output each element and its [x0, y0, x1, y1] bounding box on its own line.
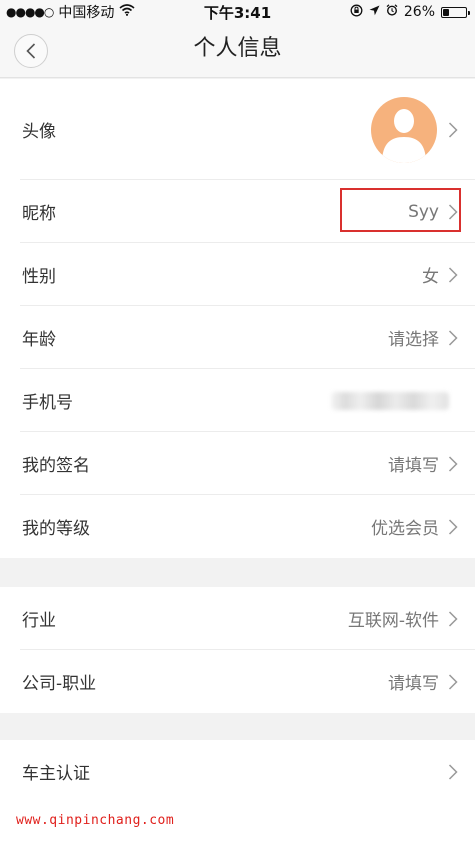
row-industry[interactable]: 行业 互联网-软件	[0, 587, 475, 650]
row-avatar[interactable]: 头像	[0, 79, 475, 180]
row-car-owner[interactable]: 车主认证	[0, 740, 475, 803]
nav-bar: 个人信息	[0, 24, 475, 78]
level-label: 我的等级	[22, 519, 90, 539]
avatar[interactable]	[371, 96, 437, 163]
location-arrow-icon	[369, 4, 380, 20]
level-value: 优选会员	[371, 519, 439, 539]
nickname-label: 昵称	[22, 204, 56, 224]
status-bar: ●●●●○ 中国移动 下午3:41 26%	[0, 0, 475, 24]
company-value: 请填写	[388, 674, 439, 694]
car-owner-label: 车主认证	[22, 764, 90, 784]
watermark: www.qinpinchang.com	[16, 813, 175, 828]
chevron-right-icon	[448, 455, 458, 472]
row-phone: 手机号	[0, 369, 475, 432]
industry-label: 行业	[22, 611, 56, 631]
battery-icon	[441, 6, 470, 18]
status-right: 26%	[350, 4, 470, 21]
page-title: 个人信息	[193, 36, 282, 61]
signature-value: 请填写	[388, 456, 439, 476]
age-label: 年龄	[22, 330, 56, 350]
row-age[interactable]: 年龄 请选择	[0, 306, 475, 369]
row-company[interactable]: 公司-职业 请填写	[0, 650, 475, 713]
battery-percent: 26%	[403, 4, 435, 20]
profile-group: 头像 昵称 Syy 性别 女 年龄 请选择 手机号 我的签名 请填写 我的等级 …	[0, 79, 475, 558]
chevron-right-icon	[448, 329, 458, 346]
signature-label: 我的签名	[22, 456, 90, 476]
chevron-right-icon	[448, 673, 458, 690]
chevron-right-icon	[448, 121, 458, 138]
alarm-icon	[386, 4, 398, 20]
chevron-right-icon	[448, 266, 458, 283]
row-level[interactable]: 我的等级 优选会员	[0, 495, 475, 558]
industry-value: 互联网-软件	[347, 611, 439, 631]
row-signature[interactable]: 我的签名 请填写	[0, 432, 475, 495]
rotation-lock-icon	[350, 4, 363, 21]
row-gender[interactable]: 性别 女	[0, 243, 475, 306]
chevron-right-icon	[448, 610, 458, 627]
work-group: 行业 互联网-软件 公司-职业 请填写	[0, 587, 475, 713]
chevron-right-icon	[448, 518, 458, 535]
nickname-highlight-box	[340, 188, 461, 232]
chevron-right-icon	[448, 763, 458, 780]
default-user-icon	[382, 108, 426, 163]
gender-label: 性别	[22, 267, 56, 287]
battery-fill	[443, 8, 449, 16]
avatar-label: 头像	[22, 122, 56, 142]
phone-value-redacted	[331, 391, 449, 410]
phone-label: 手机号	[22, 393, 73, 413]
company-label: 公司-职业	[22, 674, 97, 694]
gender-value: 女	[422, 267, 439, 287]
age-value: 请选择	[388, 330, 439, 350]
